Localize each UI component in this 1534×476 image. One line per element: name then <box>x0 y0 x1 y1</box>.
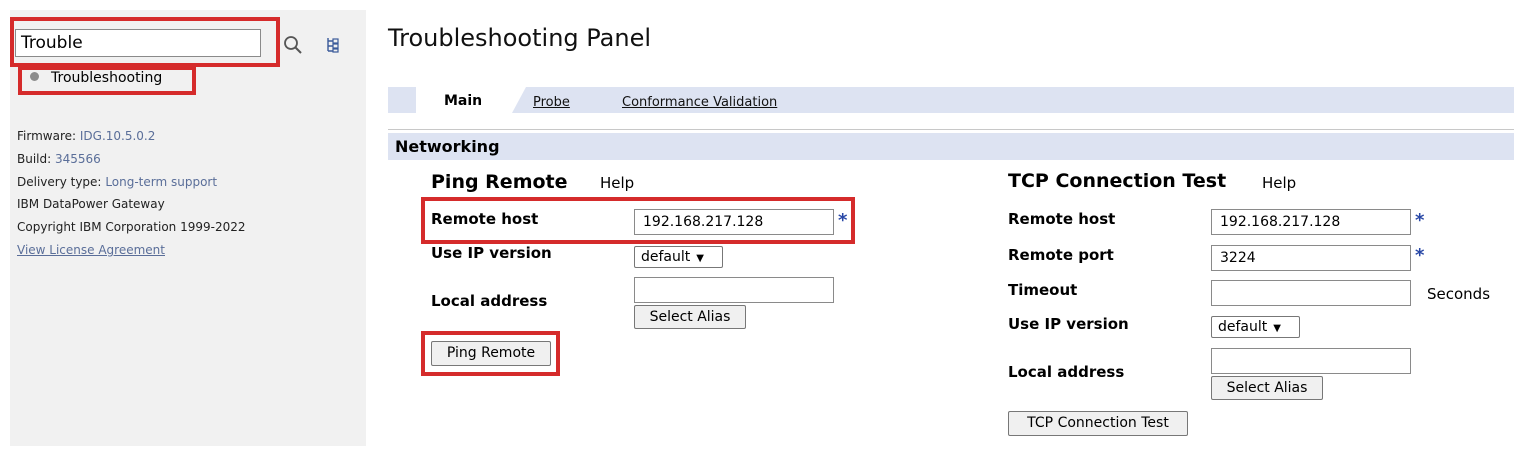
chevron-down-icon: ▼ <box>1273 323 1281 334</box>
tree-icon[interactable] <box>326 37 340 53</box>
required-marker: * <box>838 210 848 231</box>
required-marker: * <box>1415 210 1425 231</box>
tcp-ip-version-label: Use IP version <box>1008 315 1129 333</box>
tcp-connection-test-button[interactable]: TCP Connection Test <box>1008 411 1188 436</box>
chevron-down-icon: ▼ <box>696 253 704 264</box>
nav-item-troubleshooting[interactable]: Troubleshooting <box>30 68 162 88</box>
bullet-icon <box>30 72 39 81</box>
tcp-select-alias-button[interactable]: Select Alias <box>1211 376 1323 400</box>
tab-conformance-validation[interactable]: Conformance Validation <box>622 95 777 110</box>
tab-probe[interactable]: Probe <box>533 95 570 110</box>
tcp-ip-version-select[interactable]: default ▼ <box>1211 316 1300 338</box>
nav-item-label: Troubleshooting <box>51 70 163 86</box>
search-icon[interactable] <box>283 35 303 55</box>
license-link[interactable]: View License Agreement <box>17 243 165 257</box>
ping-remote-host-label: Remote host <box>431 210 539 228</box>
ping-remote-host-value: 192.168.217.128 <box>643 214 764 230</box>
ping-ip-version-value: default <box>641 249 691 265</box>
delivery-info: Delivery type: Long-term support <box>17 175 218 189</box>
tcp-remote-host-input[interactable]: 192.168.217.128 <box>1211 209 1411 235</box>
tcp-remote-port-value: 3224 <box>1220 250 1256 266</box>
search-input-value: Trouble <box>21 33 83 53</box>
tcp-timeout-input[interactable] <box>1211 280 1411 306</box>
search-input[interactable]: Trouble <box>15 29 261 57</box>
ping-local-address-input[interactable] <box>634 277 834 303</box>
copyright: Copyright IBM Corporation 1999-2022 <box>17 220 246 234</box>
ping-ip-version-select[interactable]: default ▼ <box>634 246 723 268</box>
tcp-local-address-label: Local address <box>1008 363 1125 381</box>
ping-remote-heading: Ping Remote <box>431 171 568 193</box>
tab-divider <box>388 129 1514 130</box>
timeout-unit: Seconds <box>1427 285 1491 303</box>
tcp-timeout-label: Timeout <box>1008 281 1078 299</box>
tcp-remote-host-label: Remote host <box>1008 210 1116 228</box>
firmware-info: Firmware: IDG.10.5.0.2 <box>17 129 156 143</box>
build-info: Build: 345566 <box>17 152 101 166</box>
tcp-local-address-input[interactable] <box>1211 348 1411 374</box>
ping-help-link[interactable]: Help <box>600 174 634 192</box>
ping-local-address-label: Local address <box>431 292 548 310</box>
tcp-remote-host-value: 192.168.217.128 <box>1220 214 1341 230</box>
required-marker: * <box>1415 245 1425 266</box>
tcp-help-link[interactable]: Help <box>1262 174 1296 192</box>
page-title: Troubleshooting Panel <box>388 24 652 52</box>
ping-select-alias-button[interactable]: Select Alias <box>634 305 746 329</box>
tab-main-edge <box>512 87 526 113</box>
tcp-ip-version-value: default <box>1218 319 1268 335</box>
license-link-container: View License Agreement <box>17 243 165 257</box>
ping-remote-host-input[interactable]: 192.168.217.128 <box>634 209 834 235</box>
tab-main-label: Main <box>444 93 483 109</box>
ping-ip-version-label: Use IP version <box>431 244 552 262</box>
section-header-networking: Networking <box>388 133 1514 160</box>
tcp-remote-port-input[interactable]: 3224 <box>1211 245 1411 271</box>
ping-remote-button[interactable]: Ping Remote <box>431 341 551 366</box>
product-name: IBM DataPower Gateway <box>17 197 165 211</box>
tcp-connection-test-heading: TCP Connection Test <box>1008 170 1227 192</box>
tcp-remote-port-label: Remote port <box>1008 246 1114 264</box>
